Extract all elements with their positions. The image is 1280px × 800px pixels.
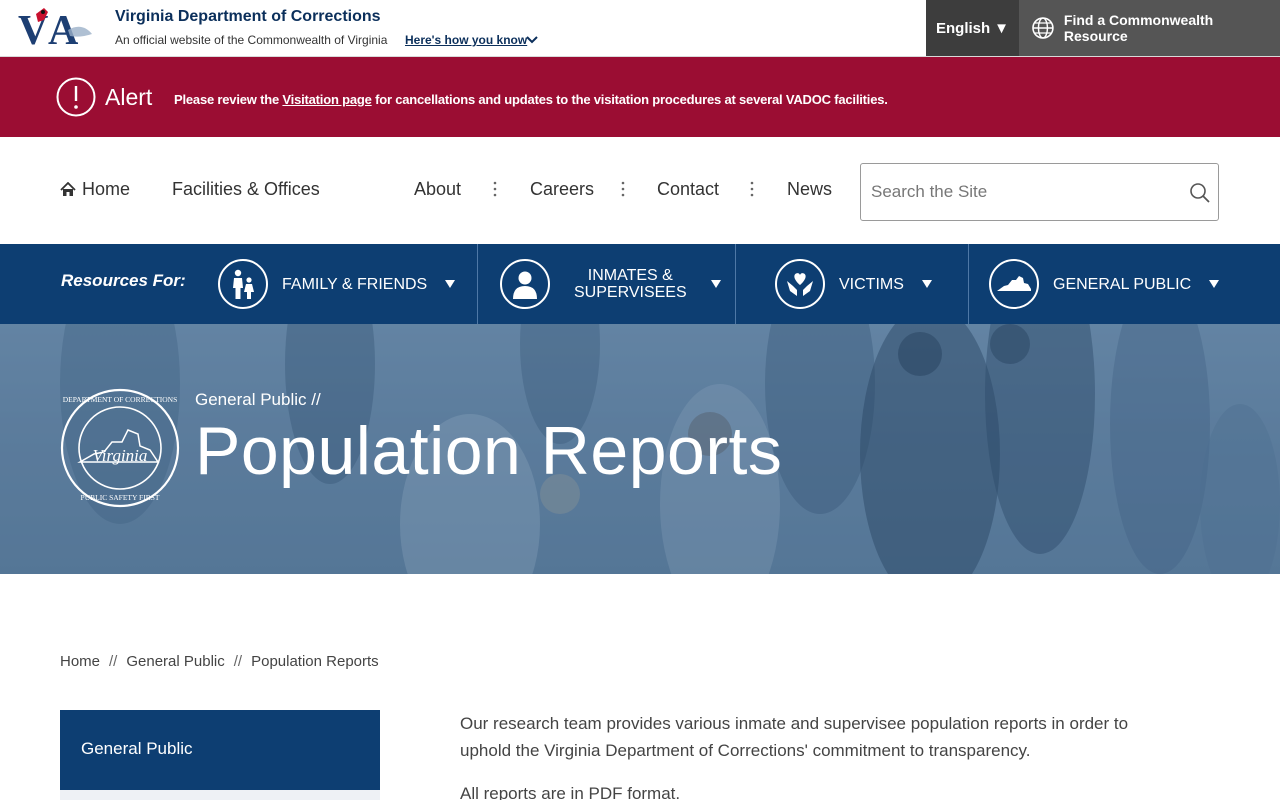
globe-icon [1032, 17, 1054, 39]
official-website-text: An official website of the Commonwealth … [115, 33, 388, 47]
nav-contact[interactable]: Contact [657, 179, 719, 200]
alert-text-before: Please review the [174, 92, 283, 107]
resource-inmates-supervisees[interactable]: INMATES & SUPERVISEES [500, 244, 721, 324]
language-selector[interactable]: English ▼ [926, 0, 1019, 56]
person-icon [500, 259, 550, 309]
resource-general-public-label: GENERAL PUBLIC [1053, 275, 1192, 293]
sidebar-menu [60, 790, 380, 800]
search-input[interactable] [871, 178, 1171, 206]
resource-general-public[interactable]: GENERAL PUBLIC [989, 244, 1220, 324]
breadcrumb-separator: // [233, 653, 243, 670]
chevron-down-icon[interactable] [525, 34, 539, 46]
vadoc-logo[interactable]: V A [18, 4, 94, 48]
commonwealth-resource-label: Find a Commonwealth Resource [1063, 12, 1214, 44]
breadcrumb-separator: // [109, 653, 118, 670]
caret-down-icon [1209, 280, 1220, 288]
resource-divider [968, 244, 969, 324]
more-vertical-icon[interactable] [621, 181, 625, 197]
top-banner: V A Virginia Department of Corrections A… [0, 0, 1280, 57]
hands-heart-icon [775, 259, 825, 309]
intro-paragraph: Our research team provides various inmat… [460, 714, 1129, 760]
nav-careers[interactable]: Careers [530, 179, 594, 200]
nav-home-label: Home [82, 179, 131, 199]
resource-family-friends-label: FAMILY & FRIENDS [282, 275, 428, 293]
home-icon [60, 182, 76, 196]
search-icon[interactable] [1189, 182, 1211, 204]
hero-section-name[interactable]: General Public [195, 390, 307, 409]
exclamation-circle-icon [56, 77, 96, 117]
site-search [860, 163, 1219, 221]
agency-name[interactable]: Virginia Department of Corrections [115, 8, 381, 26]
alert-banner: Alert Please review the Visitation page … [0, 57, 1280, 137]
visitation-page-link[interactable]: Visitation page [282, 92, 371, 107]
page-title: Population Reports [195, 413, 783, 489]
alert-message: Please review the Visitation page for ca… [174, 92, 888, 107]
sidebar-title: General Public [81, 739, 193, 758]
format-note: All reports are in PDF format. [460, 784, 681, 800]
svg-text:PUBLIC SAFETY FIRST: PUBLIC SAFETY FIRST [81, 493, 160, 502]
alert-text-after: for cancellations and updates to the vis… [371, 92, 888, 107]
caret-down-icon [921, 280, 932, 288]
svg-text:Virginia: Virginia [93, 446, 148, 465]
breadcrumb-general-public[interactable]: General Public [126, 653, 224, 670]
resources-bar: Resources For: FAMILY & FRIENDS INMATES … [0, 244, 1280, 324]
resource-victims-label: VICTIMS [839, 275, 904, 293]
nav-about[interactable]: About [414, 179, 461, 200]
nav-home[interactable]: Home [60, 179, 130, 200]
resource-inmates-supervisees-label: INMATES & SUPERVISEES [574, 267, 687, 301]
family-icon [218, 259, 268, 309]
breadcrumb-home[interactable]: Home [60, 653, 100, 670]
resource-victims[interactable]: VICTIMS [775, 244, 932, 324]
nav-facilities-offices[interactable]: Facilities & Offices [172, 179, 320, 200]
page-hero: Virginia DEPARTMENT OF CORRECTIONS PUBLI… [0, 324, 1280, 574]
virginia-map-icon [989, 259, 1039, 309]
nav-news[interactable]: News [787, 179, 832, 200]
resource-divider [477, 244, 478, 324]
resource-divider [735, 244, 736, 324]
commonwealth-resource-button[interactable]: Find a Commonwealth Resource [1019, 0, 1280, 56]
breadcrumb: Home // General Public // Population Reports [60, 653, 379, 670]
resource-inmates-line1: INMATES & [587, 267, 673, 284]
svg-text:DEPARTMENT OF CORRECTIONS: DEPARTMENT OF CORRECTIONS [63, 395, 178, 404]
more-vertical-icon[interactable] [750, 181, 754, 197]
resources-label: Resources For: [61, 271, 186, 290]
main-navigation: Home Facilities & Offices About Careers … [0, 137, 1280, 244]
caret-down-icon: ▼ [994, 19, 1010, 37]
caret-down-icon [710, 280, 721, 288]
alert-title: Alert [105, 84, 153, 110]
sidebar-section-header[interactable]: General Public [60, 710, 380, 790]
breadcrumb-current: Population Reports [251, 653, 379, 670]
hero-separator: // [311, 390, 321, 409]
vadoc-seal-logo: Virginia DEPARTMENT OF CORRECTIONS PUBLI… [60, 388, 180, 508]
how-you-know-link[interactable]: Here's how you know [405, 33, 527, 47]
more-vertical-icon[interactable] [493, 181, 497, 197]
caret-down-icon [445, 280, 456, 288]
resource-family-friends[interactable]: FAMILY & FRIENDS [218, 244, 456, 324]
language-label: English [935, 19, 991, 37]
resource-inmates-line2: SUPERVISEES [574, 284, 687, 301]
hero-section-label: General Public // [195, 390, 321, 410]
